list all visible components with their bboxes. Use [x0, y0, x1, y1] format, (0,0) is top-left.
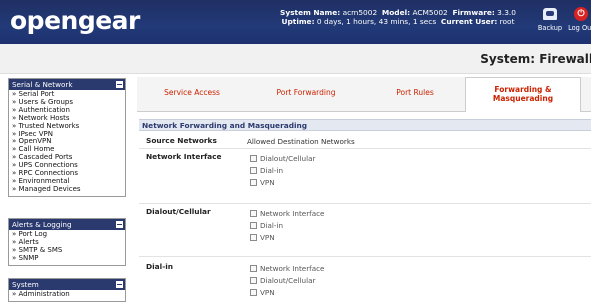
- backup-label: Backup: [537, 24, 563, 32]
- sidebar-section-header[interactable]: System: [9, 279, 125, 290]
- sidebar-system: System » Administration: [8, 278, 126, 302]
- allowed-destination-header: Allowed Destination Networks: [247, 137, 355, 146]
- collapse-icon[interactable]: [116, 281, 123, 288]
- sidebar-alerts-logging: Alerts & Logging » Port Log » Alerts » S…: [8, 218, 126, 266]
- checkbox-dial-in[interactable]: Dial-in: [250, 221, 283, 230]
- row-label-dial-in: Dial-in: [146, 262, 174, 271]
- checkbox-box[interactable]: [250, 289, 257, 296]
- checkbox-dialout-cellular[interactable]: Dialout/Cellular: [250, 154, 315, 163]
- system-info: System Name: acm5002 Model: ACM5002 Firm…: [280, 8, 516, 26]
- checkbox-box[interactable]: [250, 277, 257, 284]
- firmware-value: 3.3.0: [497, 8, 516, 17]
- uptime-label: Uptime:: [281, 17, 315, 26]
- checkbox-label: Dial-in: [260, 166, 284, 175]
- collapse-icon[interactable]: [116, 221, 123, 228]
- backup-icon: [543, 8, 557, 20]
- divider: [139, 203, 591, 204]
- checkbox-label: VPN: [260, 288, 275, 297]
- logout-label: Log Out: [568, 24, 591, 32]
- sidebar-serial-network: Serial & Network » Serial Port » Users &…: [8, 78, 126, 197]
- checkbox-label: VPN: [260, 178, 275, 187]
- title-bar: System: Firewall: [0, 44, 591, 74]
- checkbox-label: Network Interface: [260, 209, 325, 218]
- page-title: System: Firewall: [480, 52, 591, 66]
- uptime-value: 0 days, 1 hours, 43 mins, 1 secs: [316, 17, 437, 26]
- sidebar-item-administration[interactable]: » Administration: [9, 290, 125, 299]
- checkbox-label: VPN: [260, 233, 275, 242]
- checkbox-label: Network Interface: [260, 264, 325, 273]
- current-user-value: root: [499, 17, 515, 26]
- checkbox-box[interactable]: [250, 155, 257, 162]
- checkbox-network-interface[interactable]: Network Interface: [250, 209, 324, 218]
- sidebar-section-title: Alerts & Logging: [12, 220, 72, 229]
- checkbox-label: Dialout/Cellular: [260, 154, 316, 163]
- section-title: Network Forwarding and Masquerading: [139, 119, 591, 131]
- source-networks-header: Source Networks: [146, 136, 217, 145]
- checkbox-label: Dialout/Cellular: [260, 276, 316, 285]
- checkbox-box[interactable]: [250, 167, 257, 174]
- checkbox-dial-in[interactable]: Dial-in: [250, 166, 283, 175]
- sidebar-section-title: Serial & Network: [12, 80, 73, 89]
- firmware-label: Firmware:: [452, 8, 495, 17]
- model-value: ACM5002: [412, 8, 448, 17]
- checkbox-box[interactable]: [250, 179, 257, 186]
- header-bar: opengear System Name: acm5002 Model: ACM…: [0, 0, 591, 44]
- sidebar-section-title: System: [12, 280, 39, 289]
- checkbox-network-interface[interactable]: Network Interface: [250, 264, 324, 273]
- checkbox-vpn[interactable]: VPN: [250, 178, 275, 187]
- backup-button[interactable]: Backup: [535, 6, 565, 32]
- sidebar-item-managed-devices[interactable]: » Managed Devices: [9, 185, 125, 194]
- sidebar-item-snmp[interactable]: » SNMP: [9, 254, 125, 263]
- collapse-icon[interactable]: [116, 81, 123, 88]
- checkbox-label: Dial-in: [260, 221, 284, 230]
- checkbox-vpn[interactable]: VPN: [250, 233, 275, 242]
- checkbox-dialout-cellular[interactable]: Dialout/Cellular: [250, 276, 315, 285]
- tab-service-access[interactable]: Service Access: [137, 77, 247, 112]
- checkbox-box[interactable]: [250, 265, 257, 272]
- tab-bar: Service Access Port Forwarding Port Rule…: [137, 77, 591, 112]
- system-name-value: acm5002: [342, 8, 378, 17]
- checkbox-box[interactable]: [250, 234, 257, 241]
- power-icon: ⏻: [574, 7, 588, 21]
- checkbox-box[interactable]: [250, 210, 257, 217]
- sidebar-section-header[interactable]: Alerts & Logging: [9, 219, 125, 230]
- checkbox-vpn[interactable]: VPN: [250, 288, 275, 297]
- row-label-network-interface: Network Interface: [146, 152, 222, 161]
- logout-button[interactable]: ⏻ Log Out: [566, 6, 591, 32]
- row-label-dialout-cellular: Dialout/Cellular: [146, 207, 211, 216]
- checkbox-box[interactable]: [250, 222, 257, 229]
- tab-port-rules[interactable]: Port Rules: [365, 77, 465, 112]
- divider: [139, 256, 591, 257]
- opengear-logo[interactable]: opengear: [10, 6, 140, 35]
- divider: [139, 148, 591, 149]
- tab-forwarding-masquerading[interactable]: Forwarding & Masquerading: [465, 77, 581, 112]
- system-name-label: System Name:: [280, 8, 341, 17]
- tab-port-forwarding[interactable]: Port Forwarding: [247, 77, 365, 112]
- sidebar-section-header[interactable]: Serial & Network: [9, 79, 125, 90]
- current-user-label: Current User:: [440, 17, 498, 26]
- model-label: Model:: [381, 8, 411, 17]
